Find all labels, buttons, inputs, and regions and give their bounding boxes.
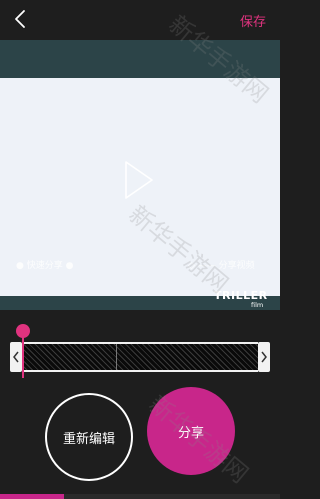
back-chevron-icon[interactable] xyxy=(10,8,32,30)
chevron-left-icon xyxy=(13,351,19,363)
re-edit-label: 重新编辑 xyxy=(62,431,115,447)
share-button[interactable]: 分享 xyxy=(147,387,235,475)
re-edit-button[interactable]: 重新编辑 xyxy=(45,393,133,481)
bottom-progress-bar xyxy=(0,494,65,499)
trim-handle-left[interactable] xyxy=(10,342,22,372)
svg-text:film: film xyxy=(251,301,263,308)
trim-handle-right[interactable] xyxy=(258,342,270,372)
video-caption-left: ● 快速分享 ● xyxy=(16,261,74,271)
video-caption-right: ◇ —— 分享视频 xyxy=(188,261,255,271)
chevron-right-icon xyxy=(261,351,267,363)
timeline-filmstrip[interactable] xyxy=(22,342,258,372)
share-label: 分享 xyxy=(177,425,204,441)
playhead-handle[interactable] xyxy=(16,324,30,338)
save-button[interactable]: 保存 xyxy=(240,11,266,30)
triller-film-logo: TRILLER film xyxy=(214,289,267,308)
top-bar: 保存 xyxy=(0,0,280,38)
strip-divider xyxy=(116,344,117,370)
play-icon[interactable] xyxy=(122,158,156,202)
